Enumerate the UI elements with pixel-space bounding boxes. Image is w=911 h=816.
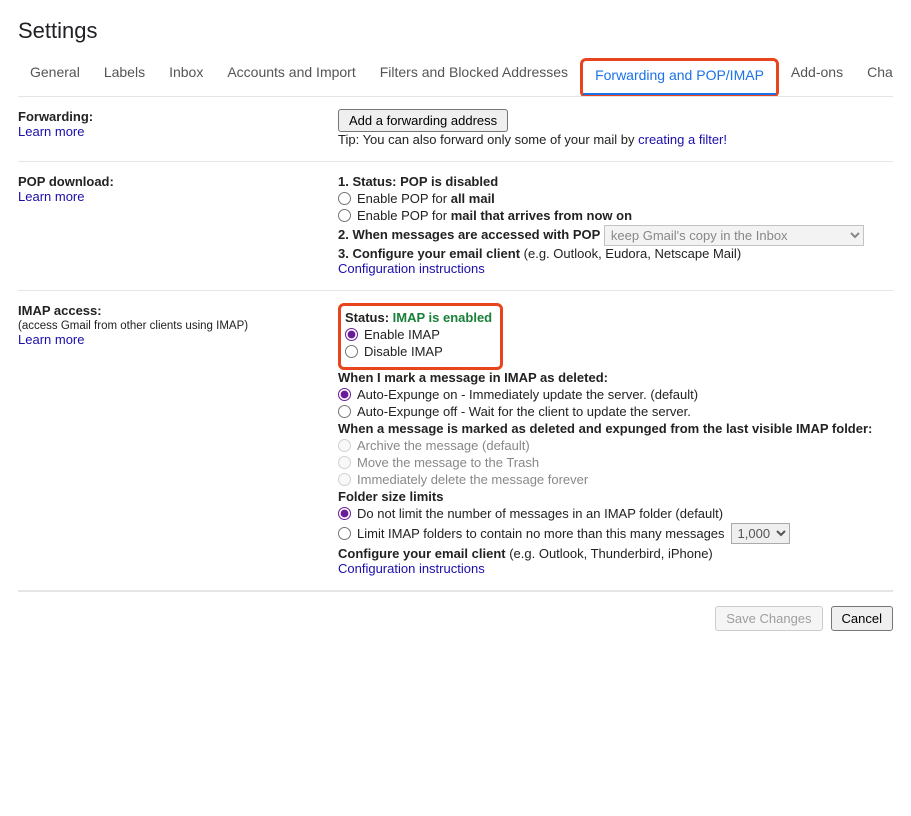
imap-no-limit-radio[interactable] xyxy=(338,507,351,520)
imap-status-line: Status: IMAP is enabled xyxy=(345,310,492,325)
imap-status-value: IMAP is enabled xyxy=(393,310,492,325)
tab-forwarding[interactable]: Forwarding and POP/IMAP xyxy=(583,61,776,95)
imap-move-trash-label: Move the message to the Trash xyxy=(357,455,539,470)
section-pop: POP download: Learn more 1. Status: POP … xyxy=(18,162,893,291)
pop-status-prefix: 1. Status: xyxy=(338,174,400,189)
imap-limit-row[interactable]: Limit IMAP folders to contain no more th… xyxy=(338,523,893,544)
imap-expunge-off-radio[interactable] xyxy=(338,405,351,418)
imap-expunge-off-label: Auto-Expunge off - Wait for the client t… xyxy=(357,404,691,419)
imap-limit-radio[interactable] xyxy=(338,527,351,540)
tab-addons[interactable]: Add-ons xyxy=(779,58,855,96)
pop-learn-more-link[interactable]: Learn more xyxy=(18,189,84,204)
highlight-active-tab: Forwarding and POP/IMAP xyxy=(580,58,779,97)
imap-title: IMAP access: xyxy=(18,303,328,318)
imap-expunge-on-row[interactable]: Auto-Expunge on - Immediately update the… xyxy=(338,387,893,402)
pop-enable-all-row[interactable]: Enable POP for all mail xyxy=(338,191,893,206)
imap-learn-more-link[interactable]: Learn more xyxy=(18,332,84,347)
add-forwarding-address-button[interactable]: Add a forwarding address xyxy=(338,109,508,132)
imap-expunged-heading: When a message is marked as deleted and … xyxy=(338,421,893,436)
pop-configure-prefix: 3. Configure your email client xyxy=(338,246,524,261)
cancel-button[interactable]: Cancel xyxy=(831,606,893,631)
pop-enable-now-bold: mail that arrives from now on xyxy=(451,208,632,223)
pop-when-accessed-label: 2. When messages are accessed with POP xyxy=(338,227,600,242)
pop-enable-all-prefix: Enable POP for xyxy=(357,191,451,206)
pop-enable-all-bold: all mail xyxy=(451,191,495,206)
tab-labels[interactable]: Labels xyxy=(92,58,157,96)
imap-archive-radio[interactable] xyxy=(338,439,351,452)
page-title: Settings xyxy=(18,18,893,44)
imap-disable-row[interactable]: Disable IMAP xyxy=(345,344,492,359)
imap-folder-limits-heading: Folder size limits xyxy=(338,489,893,504)
imap-deleted-heading: When I mark a message in IMAP as deleted… xyxy=(338,370,893,385)
pop-status-line: 1. Status: POP is disabled xyxy=(338,174,893,189)
imap-delete-forever-label: Immediately delete the message forever xyxy=(357,472,588,487)
tab-accounts[interactable]: Accounts and Import xyxy=(215,58,367,96)
tab-chat[interactable]: Chat and Meet xyxy=(855,58,893,96)
imap-enable-row[interactable]: Enable IMAP xyxy=(345,327,492,342)
imap-archive-row[interactable]: Archive the message (default) xyxy=(338,438,893,453)
forwarding-tip: Tip: You can also forward only some of y… xyxy=(338,132,893,147)
imap-expunge-on-label: Auto-Expunge on - Immediately update the… xyxy=(357,387,698,402)
tab-filters[interactable]: Filters and Blocked Addresses xyxy=(368,58,580,96)
imap-limit-select[interactable]: 1,000 xyxy=(731,523,790,544)
imap-no-limit-label: Do not limit the number of messages in a… xyxy=(357,506,723,521)
imap-configure-suffix: (e.g. Outlook, Thunderbird, iPhone) xyxy=(509,546,713,561)
tab-inbox[interactable]: Inbox xyxy=(157,58,215,96)
imap-disable-label: Disable IMAP xyxy=(364,344,443,359)
pop-enable-now-radio[interactable] xyxy=(338,209,351,222)
save-changes-button[interactable]: Save Changes xyxy=(715,606,822,631)
pop-enable-now-prefix: Enable POP for xyxy=(357,208,451,223)
imap-limit-label: Limit IMAP folders to contain no more th… xyxy=(357,526,725,541)
pop-keep-copy-select[interactable]: keep Gmail's copy in the Inbox xyxy=(604,225,864,246)
forwarding-tip-text: Tip: You can also forward only some of y… xyxy=(338,132,638,147)
section-forwarding: Forwarding: Learn more Add a forwarding … xyxy=(18,97,893,162)
imap-configure-line: Configure your email client (e.g. Outloo… xyxy=(338,546,893,561)
pop-config-instructions-link[interactable]: Configuration instructions xyxy=(338,261,485,276)
pop-status-value: POP is disabled xyxy=(400,174,498,189)
footer-buttons: Save Changes Cancel xyxy=(18,591,893,631)
imap-status-label: Status: xyxy=(345,310,393,325)
pop-enable-now-row[interactable]: Enable POP for mail that arrives from no… xyxy=(338,208,893,223)
pop-enable-all-radio[interactable] xyxy=(338,192,351,205)
imap-subtitle: (access Gmail from other clients using I… xyxy=(18,320,328,332)
imap-expunge-on-radio[interactable] xyxy=(338,388,351,401)
imap-delete-forever-radio[interactable] xyxy=(338,473,351,486)
imap-enable-radio[interactable] xyxy=(345,328,358,341)
imap-move-trash-row[interactable]: Move the message to the Trash xyxy=(338,455,893,470)
tab-general[interactable]: General xyxy=(18,58,92,96)
pop-configure-line: 3. Configure your email client (e.g. Out… xyxy=(338,246,893,261)
imap-expunge-off-row[interactable]: Auto-Expunge off - Wait for the client t… xyxy=(338,404,893,419)
pop-configure-suffix: (e.g. Outlook, Eudora, Netscape Mail) xyxy=(524,246,742,261)
imap-no-limit-row[interactable]: Do not limit the number of messages in a… xyxy=(338,506,893,521)
imap-archive-label: Archive the message (default) xyxy=(357,438,530,453)
section-imap: IMAP access: (access Gmail from other cl… xyxy=(18,291,893,591)
imap-disable-radio[interactable] xyxy=(345,345,358,358)
pop-title: POP download: xyxy=(18,174,328,189)
imap-configure-prefix: Configure your email client xyxy=(338,546,509,561)
imap-delete-forever-row[interactable]: Immediately delete the message forever xyxy=(338,472,893,487)
highlight-imap-status: Status: IMAP is enabled Enable IMAP Disa… xyxy=(338,303,503,370)
forwarding-learn-more-link[interactable]: Learn more xyxy=(18,124,84,139)
settings-tabs: General Labels Inbox Accounts and Import… xyxy=(18,58,893,97)
create-filter-link[interactable]: creating a filter! xyxy=(638,132,727,147)
imap-enable-label: Enable IMAP xyxy=(364,327,440,342)
forwarding-title: Forwarding: xyxy=(18,109,328,124)
imap-config-instructions-link[interactable]: Configuration instructions xyxy=(338,561,485,576)
imap-move-trash-radio[interactable] xyxy=(338,456,351,469)
